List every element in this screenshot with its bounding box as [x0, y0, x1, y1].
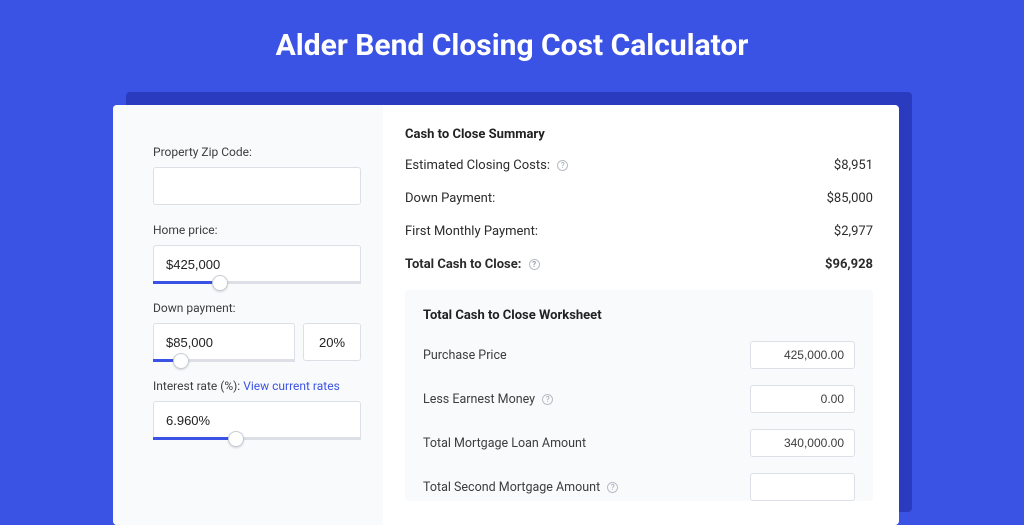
results-panel: Cash to Close Summary Estimated Closing …	[383, 105, 899, 525]
home-price-label: Home price:	[153, 223, 361, 237]
calculator-card: Property Zip Code: Home price: Down paym…	[113, 105, 899, 525]
worksheet-panel: Total Cash to Close Worksheet Purchase P…	[405, 290, 873, 501]
slider-thumb[interactable]	[173, 353, 189, 369]
down-payment-slider[interactable]	[153, 323, 295, 361]
summary-total-value: $96,928	[825, 257, 873, 272]
ws-input-second-mortgage[interactable]	[750, 473, 855, 501]
ws-input-loan-amount[interactable]	[750, 429, 855, 457]
summary-label: Total Cash to Close: ?	[405, 257, 540, 272]
slider-thumb[interactable]	[228, 431, 244, 447]
help-icon[interactable]: ?	[607, 482, 618, 493]
help-icon[interactable]: ?	[529, 259, 540, 270]
zip-input[interactable]	[153, 167, 361, 205]
summary-value: $85,000	[827, 191, 873, 206]
help-icon[interactable]: ?	[542, 394, 553, 405]
view-rates-link[interactable]: View current rates	[243, 379, 340, 393]
summary-label-text: Estimated Closing Costs:	[405, 158, 550, 173]
ws-input-earnest-money[interactable]	[750, 385, 855, 413]
summary-row-closing-costs: Estimated Closing Costs: ? $8,951	[405, 158, 873, 173]
slider-fill	[153, 281, 220, 284]
ws-label: Less Earnest Money ?	[423, 392, 553, 407]
slider-fill	[153, 437, 236, 440]
help-icon[interactable]: ?	[557, 160, 568, 171]
input-panel: Property Zip Code: Home price: Down paym…	[113, 105, 383, 525]
worksheet-title: Total Cash to Close Worksheet	[423, 308, 855, 323]
summary-label: Down Payment:	[405, 191, 495, 206]
ws-row-earnest-money: Less Earnest Money ?	[423, 385, 855, 413]
interest-slider[interactable]	[153, 401, 361, 439]
summary-title: Cash to Close Summary	[405, 127, 873, 142]
page-title: Alder Bend Closing Cost Calculator	[0, 0, 1024, 87]
down-payment-pct-input[interactable]	[303, 323, 361, 361]
summary-label: First Monthly Payment:	[405, 224, 538, 239]
down-payment-pct-wrap	[303, 323, 361, 361]
interest-label-text: Interest rate (%):	[153, 379, 240, 393]
ws-row-second-mortgage: Total Second Mortgage Amount ?	[423, 473, 855, 501]
summary-row-down-payment: Down Payment: $85,000	[405, 191, 873, 206]
ws-label-text: Less Earnest Money	[423, 392, 535, 407]
ws-input-purchase-price[interactable]	[750, 341, 855, 369]
summary-total-label-text: Total Cash to Close:	[405, 257, 521, 272]
ws-row-purchase-price: Purchase Price	[423, 341, 855, 369]
home-price-input[interactable]	[153, 245, 361, 283]
ws-label: Total Second Mortgage Amount ?	[423, 480, 618, 495]
down-payment-label: Down payment:	[153, 301, 361, 315]
ws-row-loan-amount: Total Mortgage Loan Amount	[423, 429, 855, 457]
interest-input[interactable]	[153, 401, 361, 439]
ws-label: Purchase Price	[423, 348, 507, 363]
zip-field: Property Zip Code:	[153, 145, 361, 205]
home-price-field: Home price:	[153, 223, 361, 283]
slider-thumb[interactable]	[212, 275, 228, 291]
ws-label: Total Mortgage Loan Amount	[423, 436, 586, 451]
interest-field: Interest rate (%): View current rates	[153, 379, 361, 439]
summary-row-first-payment: First Monthly Payment: $2,977	[405, 224, 873, 239]
summary-row-total: Total Cash to Close: ? $96,928	[405, 257, 873, 272]
down-payment-field: Down payment:	[153, 301, 361, 361]
summary-value: $8,951	[834, 158, 873, 173]
ws-label-text: Total Second Mortgage Amount	[423, 480, 600, 495]
summary-label: Estimated Closing Costs: ?	[405, 158, 568, 173]
summary-value: $2,977	[834, 224, 873, 239]
zip-label: Property Zip Code:	[153, 145, 361, 159]
interest-label: Interest rate (%): View current rates	[153, 379, 361, 393]
home-price-slider[interactable]	[153, 245, 361, 283]
